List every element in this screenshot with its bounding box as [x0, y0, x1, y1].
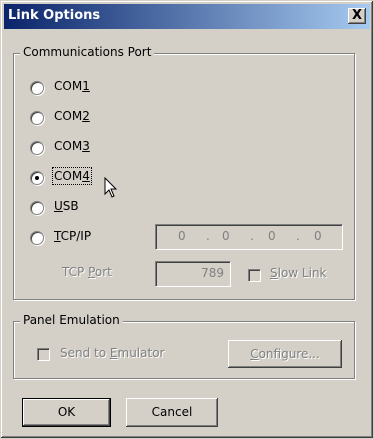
tcp-port-field[interactable]: 789: [155, 261, 231, 287]
communications-port-group: Communications Port COM1 COM2 COM3 COM4 …: [13, 45, 355, 300]
slow-link-label: Slow Link: [270, 266, 327, 280]
radio-indicator[interactable]: [30, 81, 44, 95]
radio-label-com2: COM2: [54, 109, 90, 123]
configure-button[interactable]: Configure...: [228, 340, 342, 368]
tcp-port-value: 789: [201, 266, 224, 280]
ip-octet-3: 0: [268, 229, 276, 243]
send-to-emulator-label: Send to Emulator: [60, 346, 165, 360]
radio-label-tcpip: TCP/IP: [54, 229, 92, 243]
mouse-cursor-icon: [104, 177, 118, 198]
radio-label-com1: COM1: [54, 79, 90, 93]
configure-button-label: Configure...: [250, 347, 320, 361]
panel-emulation-legend: Panel Emulation: [20, 313, 123, 327]
radio-label-com3: COM3: [54, 139, 90, 153]
cancel-button-label: Cancel: [151, 405, 193, 419]
ok-button-label: OK: [57, 405, 76, 419]
link-options-dialog: Link Options X Communications Port COM1 …: [0, 0, 374, 439]
radio-indicator[interactable]: [30, 111, 44, 125]
ip-octet-2: 0: [222, 229, 230, 243]
radio-label-usb: USB: [54, 199, 79, 213]
ip-octet-1: 0: [178, 229, 186, 243]
radio-indicator[interactable]: [30, 171, 44, 185]
radio-label-com4: COM4: [52, 167, 92, 185]
cancel-button[interactable]: Cancel: [126, 398, 218, 427]
ip-dot: .: [206, 229, 210, 243]
ip-dot: .: [296, 229, 300, 243]
communications-port-legend: Communications Port: [20, 45, 155, 59]
radio-indicator[interactable]: [30, 231, 44, 245]
ip-octet-4: 0: [314, 229, 322, 243]
radio-indicator[interactable]: [30, 201, 44, 215]
title-bar: Link Options X: [4, 4, 370, 29]
ip-address-field[interactable]: 0 . 0 . 0 . 0: [155, 224, 343, 250]
dialog-title: Link Options: [8, 8, 101, 23]
tcp-port-label: TCP Port: [62, 265, 112, 279]
radio-indicator[interactable]: [30, 141, 44, 155]
radio-selected-dot: [35, 176, 39, 180]
ok-button[interactable]: OK: [22, 398, 111, 427]
send-to-emulator-checkbox[interactable]: [37, 348, 50, 361]
panel-emulation-group: Panel Emulation Send to Emulator Configu…: [13, 313, 355, 379]
ip-dot: .: [250, 229, 254, 243]
slow-link-checkbox[interactable]: [248, 269, 261, 282]
close-button[interactable]: X: [348, 8, 366, 24]
